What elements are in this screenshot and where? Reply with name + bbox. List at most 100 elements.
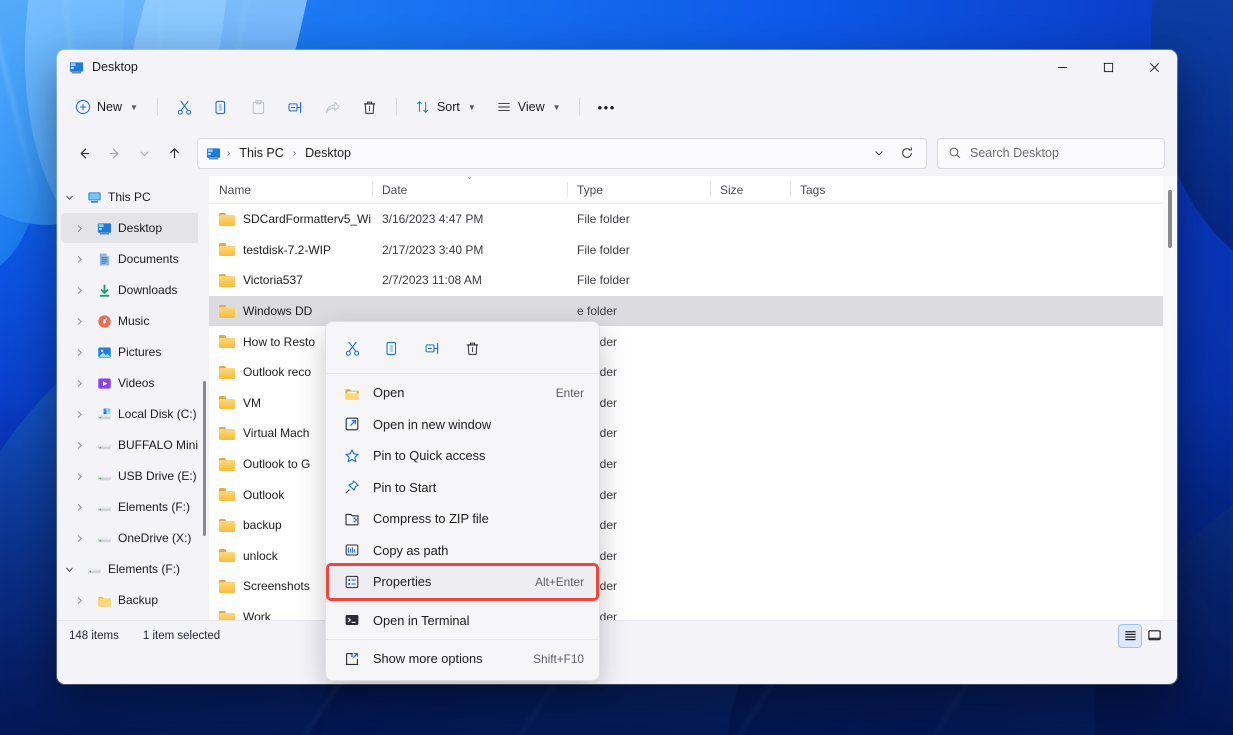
rename-button[interactable] xyxy=(278,91,313,123)
copy-button[interactable] xyxy=(204,91,239,123)
chevron-right-icon[interactable] xyxy=(75,348,91,357)
preview-pane-icon[interactable] xyxy=(1143,625,1165,647)
column-header-size[interactable]: Size xyxy=(710,176,790,203)
breadcrumb-this-pc[interactable]: This PC xyxy=(234,144,288,162)
context-rename-button[interactable] xyxy=(414,332,450,364)
context-menu-item-pin-to-start[interactable]: Pin to Start xyxy=(329,472,596,504)
address-bar[interactable]: › This PC › Desktop xyxy=(197,137,927,169)
close-button[interactable] xyxy=(1131,50,1177,84)
file-name-label: Screenshots xyxy=(243,579,310,594)
column-header-type[interactable]: Type xyxy=(567,176,710,203)
more-options-button[interactable]: ••• xyxy=(589,91,625,123)
context-menu-divider xyxy=(326,600,599,602)
sidebar-item-videos[interactable]: Videos xyxy=(61,368,203,398)
chevron-right-icon[interactable] xyxy=(75,596,91,605)
column-header-date[interactable]: Date ⌄ xyxy=(372,176,567,203)
chevron-right-icon[interactable] xyxy=(75,410,91,419)
sidebar-item-desktop[interactable]: Desktop xyxy=(61,213,203,243)
sidebar-item-elements-f[interactable]: Elements (F:) xyxy=(61,554,203,584)
column-header-name[interactable]: Name xyxy=(209,176,372,203)
sidebar-scrollbar-thumb[interactable] xyxy=(203,381,206,536)
sidebar-scrollbar-track[interactable] xyxy=(198,176,209,620)
sidebar-item-label: This PC xyxy=(108,190,151,204)
sidebar-item-this-pc[interactable]: This PC xyxy=(61,182,203,212)
maximize-button[interactable] xyxy=(1085,50,1131,84)
file-date-cell: 3/16/2023 4:47 PM xyxy=(382,212,484,227)
refresh-button[interactable] xyxy=(894,140,920,166)
context-menu-item-compress-to-zip-file[interactable]: Compress to ZIP file xyxy=(329,503,596,535)
up-button[interactable] xyxy=(159,138,189,168)
star-icon xyxy=(344,448,360,464)
context-menu-divider xyxy=(326,373,599,374)
details-view-icon[interactable] xyxy=(1118,623,1142,648)
context-delete-button[interactable] xyxy=(454,332,490,364)
context-menu-item-show-more-options[interactable]: Show more options Shift+F10 xyxy=(329,643,596,675)
sidebar-item-pictures[interactable]: Pictures xyxy=(61,337,203,367)
chevron-right-icon[interactable] xyxy=(75,317,91,326)
file-name-label: testdisk-7.2-WIP xyxy=(243,242,332,257)
context-menu-item-pin-to-quick-access[interactable]: Pin to Quick access xyxy=(329,440,596,472)
command-bar: New ▼ Sort ▼ View ▼ ••• xyxy=(57,84,1177,130)
sidebar-item-onedrive-x[interactable]: OneDrive (X:) xyxy=(61,523,203,553)
address-row: › This PC › Desktop Search Desktop xyxy=(57,130,1177,176)
breadcrumb-desktop[interactable]: Desktop xyxy=(300,144,356,162)
chevron-right-icon[interactable] xyxy=(75,224,91,233)
table-row[interactable]: SDCardFormatterv5_Wi... 3/16/2023 4:47 PM… xyxy=(209,204,1177,235)
chevron-right-icon[interactable] xyxy=(75,472,91,481)
chevron-down-icon[interactable] xyxy=(65,193,81,202)
context-menu-item-properties[interactable]: Properties Alt+Enter xyxy=(326,563,599,601)
sort-button[interactable]: Sort ▼ xyxy=(406,91,485,123)
chevron-right-icon[interactable] xyxy=(75,255,91,264)
context-menu-item-open-in-terminal[interactable]: Open in Terminal xyxy=(329,605,596,637)
file-list-scrollbar-thumb[interactable] xyxy=(1168,190,1172,248)
back-button[interactable] xyxy=(69,138,99,168)
context-menu-item-copy-as-path[interactable]: Copy as path xyxy=(329,535,596,567)
chevron-right-icon[interactable] xyxy=(75,286,91,295)
cut-button[interactable] xyxy=(167,91,202,123)
chevron-down-icon[interactable] xyxy=(65,565,81,574)
table-row[interactable]: Victoria537 2/7/2023 11:08 AM File folder xyxy=(209,265,1177,296)
context-menu-item-open-in-new-window[interactable]: Open in new window xyxy=(329,409,596,441)
view-button[interactable]: View ▼ xyxy=(487,91,570,123)
chevron-right-icon[interactable] xyxy=(75,441,91,450)
sidebar-item-label: USB Drive (E:) xyxy=(118,469,197,483)
minimize-button[interactable] xyxy=(1039,50,1085,84)
sidebar-item-music[interactable]: Music xyxy=(61,306,203,336)
sidebar-item-buffalo-minis[interactable]: BUFFALO MiniS xyxy=(61,430,206,460)
new-button[interactable]: New ▼ xyxy=(67,91,148,123)
search-input[interactable]: Search Desktop xyxy=(970,146,1059,160)
column-header-row: Name Date ⌄ Type Size Tags xyxy=(209,176,1177,204)
sidebar-item-backup[interactable]: Backup xyxy=(61,585,203,615)
sidebar-item-label: Music xyxy=(118,314,150,328)
sidebar-item-local-disk-c[interactable]: Local Disk (C:) xyxy=(61,399,203,429)
context-cut-button[interactable] xyxy=(334,332,370,364)
context-menu-item-open[interactable]: Open Enter xyxy=(329,377,596,409)
context-copy-button[interactable] xyxy=(374,332,410,364)
share-button[interactable] xyxy=(315,91,350,123)
sidebar-item-downloads[interactable]: Downloads xyxy=(61,275,203,305)
column-label: Name xyxy=(219,182,252,197)
sidebar-item-label: Local Disk (C:) xyxy=(118,407,197,421)
context-menu-item-label: Open xyxy=(373,385,405,401)
search-box[interactable]: Search Desktop xyxy=(937,137,1165,169)
address-desktop-icon xyxy=(206,146,221,161)
column-header-tags[interactable]: Tags xyxy=(790,176,885,203)
forward-button[interactable] xyxy=(99,138,129,168)
file-list-scrollbar-track[interactable] xyxy=(1163,176,1177,620)
sidebar-item-usb-drive-e[interactable]: USB Drive (E:) xyxy=(61,461,203,491)
chevron-right-icon[interactable] xyxy=(75,379,91,388)
chevron-right-icon[interactable] xyxy=(75,503,91,512)
recent-locations-button[interactable] xyxy=(129,138,159,168)
sidebar-item-documents[interactable]: Documents xyxy=(61,244,203,274)
videos-icon xyxy=(97,376,112,391)
title-bar[interactable]: Desktop xyxy=(57,50,1177,84)
chevron-right-icon[interactable] xyxy=(75,534,91,543)
address-dropdown-button[interactable] xyxy=(866,140,892,166)
drive-icon xyxy=(87,562,102,577)
delete-button[interactable] xyxy=(352,91,387,123)
table-row[interactable]: testdisk-7.2-WIP 2/17/2023 3:40 PM File fo… xyxy=(209,235,1177,266)
sidebar-item-elements-f[interactable]: Elements (F:) xyxy=(61,492,203,522)
context-menu-item-label: Pin to Quick access xyxy=(373,448,486,464)
file-name-label: Outlook to G xyxy=(243,457,311,472)
paste-button[interactable] xyxy=(241,91,276,123)
